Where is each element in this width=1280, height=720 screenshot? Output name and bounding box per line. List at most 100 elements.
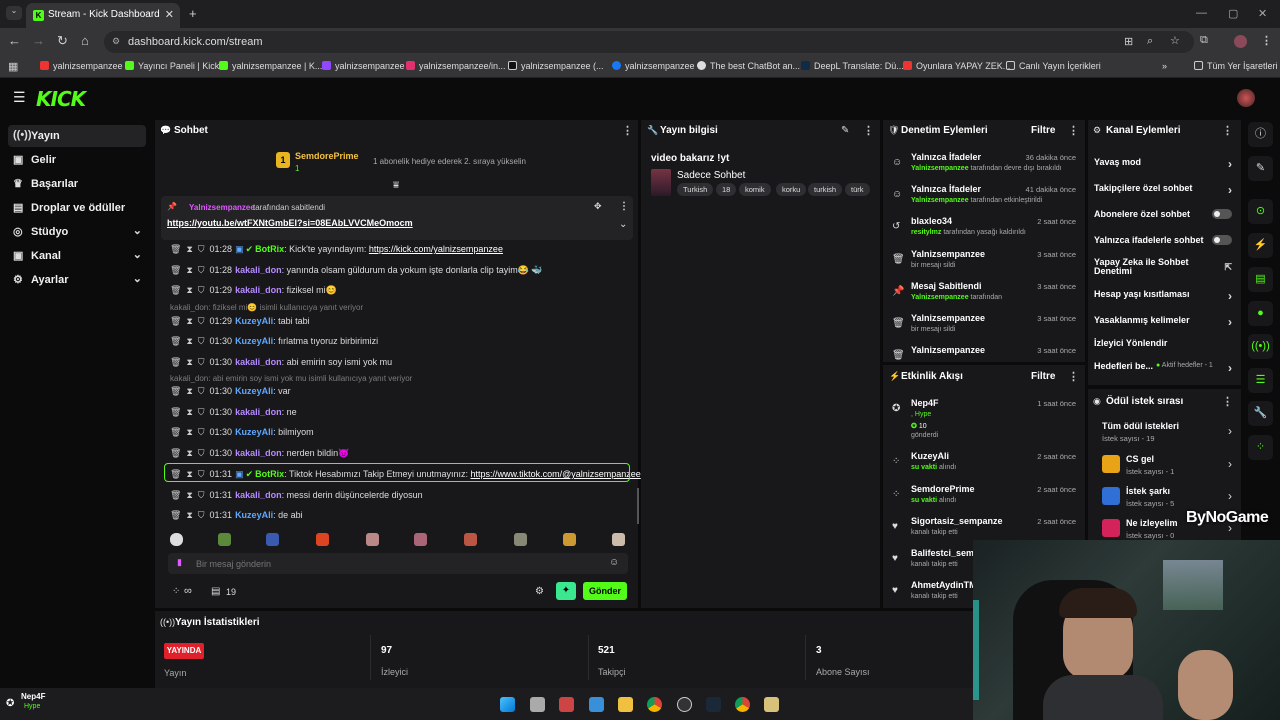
bookmarks-overflow-icon[interactable]: » [1162,61,1167,71]
bookmark-item[interactable]: Oyunlara YAPAY ZEK... [903,61,1010,71]
ban-icon[interactable]: ⛉ [198,386,205,396]
target-icon[interactable]: ⊙ [1248,199,1273,224]
ban-icon[interactable]: ⛉ [198,490,205,500]
lightning-icon[interactable]: ⚡ [1248,233,1273,258]
sidebar-item-yayin[interactable]: ((•)) Yayın [8,125,146,147]
edit-icon[interactable]: ✎ [841,125,849,136]
chat-filter-icon[interactable]: ⩸ [393,180,399,191]
mod-action-row[interactable]: 🗑 Yalnizsempanzee bir mesajı sildi 3 saat … [888,312,1080,342]
ban-icon[interactable]: ⛉ [198,357,205,367]
mod-action-row[interactable]: 🗑 Yalnizsempanzee bir mesajı sildi 3 saat … [888,248,1080,278]
ban-icon[interactable]: ⛉ [198,265,205,275]
activity-row[interactable]: ✪ Nep4F , Hype ✪ 10 gönderdi 1 saat önce [888,397,1080,439]
all-bookmarks-folder[interactable]: Tüm Yer İşaretleri [1194,61,1278,71]
forward-icon[interactable]: → [32,33,45,48]
bookmark-star-icon[interactable]: ☆ [1170,34,1180,47]
clipboard-icon[interactable]: ▤ [1248,267,1273,292]
snipping-tool-icon[interactable] [559,697,574,712]
timeout-icon[interactable]: ⧗ [186,357,192,367]
mod-action-row[interactable]: ☺ Yalnızca İfadeler Yalnizsempanzee tarafı… [888,151,1080,181]
kick-logo[interactable]: KICK [36,87,86,111]
minimize-icon[interactable]: — [1196,7,1207,19]
channel-menu-icon[interactable]: ⋮ [1222,124,1233,137]
ban-icon[interactable]: ⛉ [198,510,205,520]
back-icon[interactable]: ← [8,33,21,48]
stream-tag[interactable]: 18 [716,183,737,196]
message-username[interactable]: kakali_don [235,407,282,417]
mod-filter-button[interactable]: Filtre [1031,125,1055,136]
message-username[interactable]: kakali_don [235,448,282,458]
sidebar-item-kanal[interactable]: ▣ Kanal ⌄ [8,245,146,267]
translate-icon[interactable]: ⊞ [1124,35,1133,48]
chat-bubble-icon[interactable]: ● [1248,301,1273,326]
send-button[interactable]: Gönder [583,582,627,600]
channel-action-row[interactable]: Hedefleri be... ● Aktif hedefler - 1 › [1094,361,1234,375]
photos-icon[interactable] [589,697,604,712]
delete-message-icon[interactable]: 🗑 [170,427,181,437]
chat-input-box[interactable]: ▮ ☺ [168,553,628,574]
steam-icon[interactable] [706,697,721,712]
list-icon[interactable]: ☰ [1248,368,1273,393]
timeout-icon[interactable]: ⧗ [186,427,192,437]
stream-tag[interactable]: türk [845,183,870,196]
ban-icon[interactable]: ⛉ [198,244,205,254]
bookmark-item[interactable]: yalnizsempanzee [40,61,123,71]
activity-row[interactable]: ⁘ KuzeyAli su vakti alındı 2 saat önce [888,450,1080,480]
slow-mode-icon[interactable]: ⁘ [172,586,180,597]
message-username[interactable]: kakali_don [235,490,282,500]
sidebar-item-basarilar[interactable]: ♛ Başarılar [8,173,146,195]
timeout-icon[interactable]: ⧗ [186,448,192,458]
pinned-link[interactable]: https://youtu.be/wtFXNtGmbEI?si=08EAbLVV… [167,218,413,228]
chrome-alt-icon[interactable] [735,697,750,712]
share-icon[interactable]: ⁘ [1248,435,1273,460]
timeout-icon[interactable]: ⧗ [186,490,192,500]
stream-tag[interactable]: korku [776,183,807,196]
emote-icon[interactable] [266,533,279,546]
window-close-icon[interactable]: ✕ [1258,7,1267,20]
unpin-icon[interactable]: ✥ [594,201,602,212]
message-username[interactable]: KuzeyAli [235,336,273,346]
stream-tag[interactable]: komik [739,183,771,196]
ban-icon[interactable]: ⛉ [198,427,205,437]
windows-start-icon[interactable] [500,697,515,712]
delete-message-icon[interactable]: 🗑 [170,386,181,396]
activity-filter-button[interactable]: Filtre [1031,371,1055,382]
bot-icon[interactable]: ✦ [556,582,576,600]
tab-list-icon[interactable]: ⌄ [6,6,22,20]
info-icon[interactable]: ⓘ [1248,122,1273,147]
sidebar-item-studyo[interactable]: ◎ Stüdyo ⌄ [8,221,146,243]
message-username[interactable]: kakali_don [235,357,282,367]
message-username[interactable]: kakali_don [235,265,282,275]
stream-tag[interactable]: turkish [808,183,843,196]
tools-icon[interactable]: 🔧 [1248,401,1273,426]
message-username[interactable]: KuzeyAli [235,427,273,437]
delete-message-icon[interactable]: 🗑 [170,490,181,500]
app-icon[interactable] [764,697,779,712]
emote-icon[interactable] [514,533,527,546]
reward-row[interactable]: İstek şarkı İstek sayısı - 5 › [1102,485,1234,511]
delete-message-icon[interactable]: 🗑 [170,336,181,346]
reward-row[interactable]: CS gel İstek sayısı - 1 › [1102,453,1234,479]
pinned-menu-icon[interactable]: ⋮ [619,201,629,212]
profile-avatar[interactable] [1234,35,1247,48]
channel-action-row[interactable]: Yavaş mod › [1094,157,1234,171]
mod-action-row[interactable]: ↺ blaxleo34 resitylmz tarafından yasağı ka… [888,215,1080,245]
emote-icon[interactable] [218,533,231,546]
toggle-switch[interactable] [1212,209,1232,219]
zoom-icon[interactable]: ⌕ [1147,35,1153,48]
delete-message-icon[interactable]: 🗑 [170,265,181,275]
emote-icon[interactable] [316,533,329,546]
chrome-icon[interactable] [647,697,662,712]
sidebar-item-ayarlar[interactable]: ⚙ Ayarlar ⌄ [8,269,146,291]
message-username[interactable]: BotRix [255,244,284,254]
channel-action-row[interactable]: Abonelere özel sohbet [1094,209,1234,219]
restore-icon[interactable]: ▢ [1228,7,1238,20]
delete-message-icon[interactable]: 🗑 [170,510,181,520]
ban-icon[interactable]: ⛉ [198,448,205,458]
sidebar-item-gelir[interactable]: ▣ Gelir [8,149,146,171]
reload-icon[interactable]: ↻ [57,33,68,49]
delete-message-icon[interactable]: 🗑 [170,407,181,417]
bookmark-item[interactable]: Yayıncı Paneli | Kick [125,61,219,71]
timeout-icon[interactable]: ⧗ [186,244,192,254]
mod-action-row[interactable]: 📌 Mesaj Sabitlendi Yalnizsempanzee tarafın… [888,280,1080,310]
